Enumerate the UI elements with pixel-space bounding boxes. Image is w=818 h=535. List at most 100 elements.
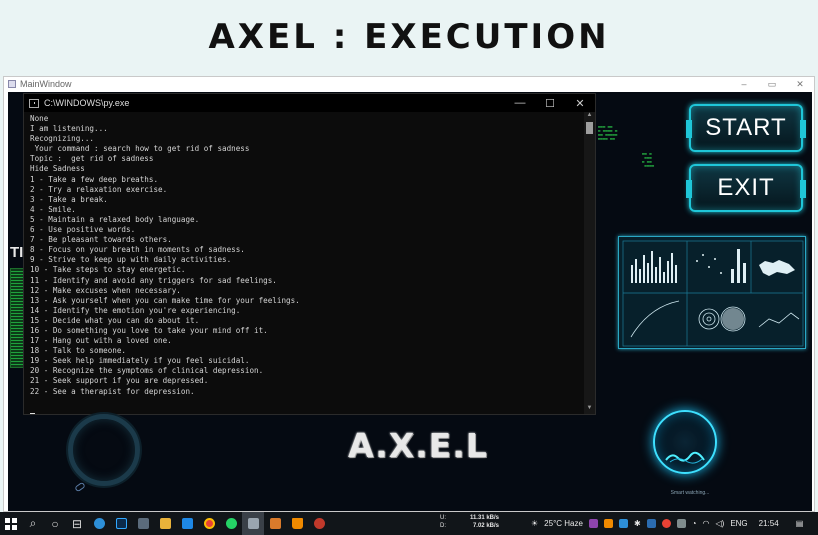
photoshop-icon[interactable] (110, 512, 132, 535)
cortana-icon[interactable]: ○ (44, 512, 66, 535)
notification-icon[interactable]: ▤ (796, 519, 804, 528)
console-line: 19 - Seek help immediately if you feel s… (30, 356, 250, 366)
language-indicator[interactable]: ENG (730, 519, 747, 528)
console-line: Recognizing... (30, 134, 95, 144)
file-explorer-icon[interactable] (154, 512, 176, 535)
terminal-icon (29, 98, 39, 108)
console-line: 9 - Strive to keep up with daily activit… (30, 255, 232, 265)
console-line: I am listening... (30, 124, 108, 134)
main-window: MainWindow – ▭ ✕ TI C:\WINDOWS\py.exe — … (3, 76, 815, 512)
console-line: 1 - Take a few deep breaths. (30, 174, 159, 184)
decorative-code-icon: ▬▬ ▬ ▬▬▬ ▬ ▬▬ ▬▬▬▬ (642, 151, 655, 168)
tray-app-icon[interactable] (618, 519, 628, 528)
console-line: None (30, 114, 49, 123)
microphone-ring-icon[interactable] (653, 410, 717, 474)
console-line: 11 - Identify and avoid any triggers for… (30, 275, 277, 285)
exit-button[interactable]: EXIT (686, 164, 806, 212)
bluetooth-icon[interactable]: ✱ (634, 519, 641, 528)
console-cursor (30, 412, 35, 414)
active-app-icon[interactable] (242, 512, 264, 535)
console-line: 13 - Ask yourself when you can make time… (30, 295, 300, 305)
start-button[interactable]: START (686, 104, 806, 152)
vlc-icon[interactable] (286, 512, 308, 535)
maximize-button[interactable]: ▭ (758, 79, 786, 90)
download-label: D: (440, 523, 446, 529)
main-window-title: MainWindow (20, 79, 72, 89)
weather-text[interactable]: 25°C Haze (544, 519, 583, 528)
brand-logo: A.X.E.L (348, 426, 488, 465)
console-title: C:\WINDOWS\py.exe (44, 98, 130, 108)
upload-label: U: (440, 515, 446, 521)
status-text: Smart watching... (670, 490, 710, 496)
store-icon[interactable] (264, 512, 286, 535)
console-line: 3 - Take a break. (30, 194, 108, 204)
console-line: 15 - Decide what you can do about it. (30, 315, 200, 325)
network-icon[interactable]: ◔ (692, 519, 697, 528)
voice-wave-icon (665, 451, 705, 464)
console-line: Hide Sadness (30, 164, 85, 174)
dashboard-graphic (618, 236, 806, 349)
console-line: 18 - Talk to someone. (30, 346, 127, 356)
console-titlebar[interactable]: C:\WINDOWS\py.exe — ☐ ✕ (24, 94, 595, 112)
decorative-dial-icon (68, 414, 140, 486)
console-maximize-button[interactable]: ☐ (535, 97, 565, 110)
console-minimize-button[interactable]: — (505, 97, 535, 109)
console-line: 17 - Hang out with a loved one. (30, 336, 172, 346)
console-line: Your command : search how to get rid of … (30, 144, 250, 154)
console-line: 4 - Smile. (30, 204, 76, 214)
upload-speed: 11.31 kB/s (469, 515, 499, 521)
task-view-icon[interactable]: ⊟ (66, 512, 88, 535)
banner-title: AXEL : EXECUTION (208, 17, 610, 57)
console-line: 6 - Use positive words. (30, 225, 136, 235)
system-tray: ☀ 25°C Haze ✱ ◔ ◠ ◁) ENG 21:54 ▤ (528, 512, 806, 535)
edge-icon[interactable] (88, 512, 110, 535)
decorative-code-icon: ▬▬▬ ▬▬ ▬ ▬▬▬▬ ▬ ▬▬ ▬▬▬▬▬ ▬▬▬▬ ▬▬ (598, 124, 618, 141)
side-label: TI (10, 244, 24, 261)
volume-icon[interactable]: ◁) (715, 519, 724, 528)
clock[interactable]: 21:54 (759, 519, 779, 528)
minimize-button[interactable]: – (730, 79, 758, 89)
download-speed: 7.02 kB/s (472, 523, 499, 529)
scroll-down-icon[interactable]: ▼ (584, 405, 595, 414)
console-line: 12 - Make excuses when necessary. (30, 285, 181, 295)
console-line: 7 - Be pleasant towards others. (30, 235, 172, 245)
console-output[interactable]: None I am listening... Recognizing... Your… (24, 112, 584, 414)
banner: AXEL : EXECUTION (0, 0, 818, 74)
console-line: 16 - Do something you love to take your … (30, 325, 268, 335)
whatsapp-icon[interactable] (220, 512, 242, 535)
chrome-icon[interactable] (198, 512, 220, 535)
search-icon[interactable]: ⌕ (22, 512, 44, 535)
close-button[interactable]: ✕ (786, 79, 814, 90)
vscode-icon[interactable] (176, 512, 198, 535)
windows-icon (5, 517, 17, 530)
app-icon (8, 80, 16, 88)
console-line: 8 - Focus on your breath in moments of s… (30, 245, 245, 255)
weather-icon[interactable]: ☀ (531, 519, 538, 528)
console-line: 22 - See a therapist for depression. (30, 386, 195, 396)
console-line: 10 - Take steps to stay energetic. (30, 265, 186, 275)
console-line: Topic : get rid of sadness (30, 154, 154, 164)
tray-vlc-icon[interactable] (603, 519, 613, 528)
wifi-icon[interactable]: ◠ (703, 519, 710, 528)
console-line: 2 - Try a relaxation exercise. (30, 184, 168, 194)
app-icon[interactable] (308, 512, 330, 535)
console-scrollbar[interactable]: ▲ ▼ (584, 112, 595, 414)
link-icon (74, 481, 86, 493)
console-line: 20 - Recognize the symptoms of clinical … (30, 366, 264, 376)
tray-app-icon[interactable] (676, 519, 686, 528)
console-line: 14 - Identify the emotion you're experie… (30, 305, 241, 315)
start-menu-button[interactable] (0, 512, 22, 535)
console-window: C:\WINDOWS\py.exe — ☐ ✕ None I am listeni… (23, 93, 596, 415)
tray-chrome-icon[interactable] (661, 519, 671, 528)
console-line: 5 - Maintain a relaxed body language. (30, 214, 200, 224)
tray-app-icon[interactable] (588, 519, 598, 528)
console-line: 21 - Seek support if you are depressed. (30, 376, 209, 386)
scroll-thumb[interactable] (586, 122, 593, 134)
scroll-up-icon[interactable]: ▲ (584, 112, 595, 121)
tray-app-icon[interactable] (646, 519, 656, 528)
network-speed: U: 11.31 kB/s D: 7.02 kB/s (440, 514, 499, 530)
photos-icon[interactable] (132, 512, 154, 535)
main-window-titlebar[interactable]: MainWindow – ▭ ✕ (4, 77, 814, 91)
console-close-button[interactable]: ✕ (565, 97, 595, 110)
